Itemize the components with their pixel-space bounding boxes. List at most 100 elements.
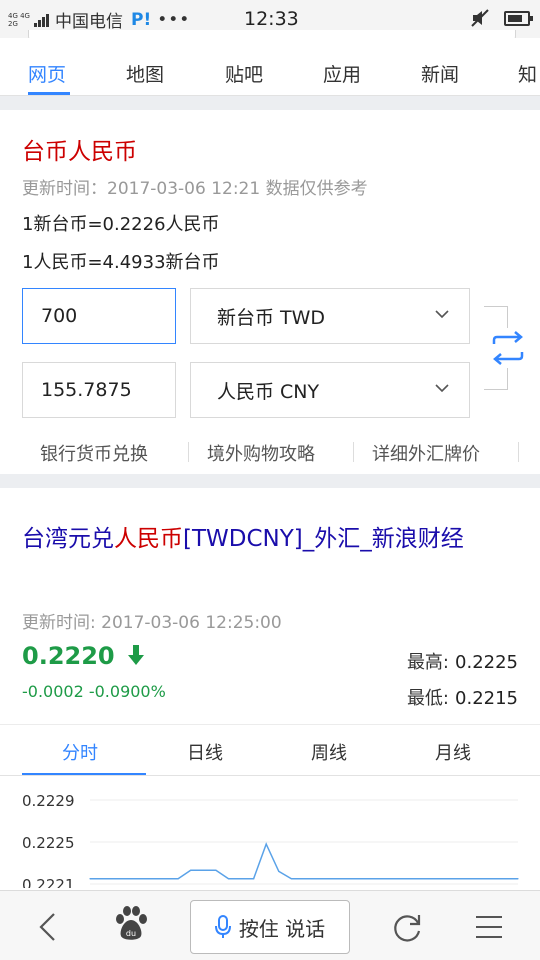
rate-twd-to-cny: 1新台币=0.2226人民币 [22, 214, 220, 235]
price-point [416, 878, 418, 880]
price-point [215, 869, 217, 871]
price-point [479, 878, 481, 880]
link-shopping-guide[interactable]: 境外购物攻略 [207, 440, 315, 466]
status-right [470, 8, 533, 28]
low-label: 最低: [406, 688, 450, 709]
price-point [114, 878, 116, 880]
price-point [227, 878, 230, 880]
price-point [492, 878, 494, 880]
amount-from-input[interactable]: 700 [22, 288, 176, 344]
baidu-paw-icon[interactable]: du [112, 905, 150, 943]
currency-from-label: 新台币 TWD [217, 306, 326, 329]
tab-map[interactable]: 地图 [126, 60, 164, 87]
headline-highlight: 人民币 [114, 526, 183, 552]
tab-news[interactable]: 新闻 [421, 60, 459, 87]
price-point [517, 878, 519, 880]
voice-button-label: 按住 说话 [238, 916, 326, 941]
price-point [441, 878, 444, 880]
converter-update-time: 更新时间：2017-03-06 12:21 数据仅供参考 [22, 179, 368, 199]
price-point [378, 878, 381, 880]
high-price: 最高: 0.2225 [407, 648, 518, 674]
more-notifications-icon: ••• [157, 9, 191, 30]
price-point [290, 878, 293, 880]
notification-flag-icon: P! [130, 9, 152, 30]
amount-to-input[interactable]: 155.7875 [22, 362, 176, 418]
tab-zhidao[interactable]: 知 [518, 60, 537, 87]
price-point [366, 878, 368, 880]
high-value: 0.2225 [455, 652, 518, 673]
mute-icon [471, 9, 489, 27]
svg-text:du: du [126, 929, 136, 938]
price-line [90, 842, 518, 880]
price-point [353, 878, 355, 880]
divider [353, 442, 354, 462]
price-point [467, 878, 469, 880]
divider [518, 442, 519, 462]
y-tick-label: 0.2221 [22, 876, 75, 888]
price-point [101, 878, 104, 880]
price-point [89, 878, 91, 880]
clock: 12:33 [244, 8, 299, 30]
page: 4G 4G 2G 中国电信 P! ••• 12:33 网页 地图 贴吧 应用 新… [0, 0, 540, 960]
tab-apps[interactable]: 应用 [323, 60, 361, 87]
swap-currency-icon[interactable] [490, 328, 526, 368]
currency-to-select[interactable]: 人民币 CNY [190, 362, 470, 418]
high-label: 最高: [406, 652, 450, 673]
price-point [139, 878, 141, 880]
price-point [202, 869, 204, 871]
price-point [253, 878, 255, 880]
current-price: 0.2220 [22, 642, 145, 670]
price-value: 0.2220 [22, 642, 115, 670]
y-tick-label: 0.2229 [22, 792, 75, 810]
tab-monthly[interactable]: 月线 [435, 739, 471, 765]
price-point [152, 878, 154, 880]
price-point [391, 878, 393, 880]
price-point [177, 878, 179, 880]
result-headline-link[interactable]: 台湾元兑人民币[TWDCNY]_外汇_新浪财经 [22, 520, 522, 558]
price-point [240, 878, 242, 880]
tab-tieba[interactable]: 贴吧 [225, 60, 263, 87]
low-price: 最低: 0.2215 [407, 684, 518, 710]
search-tabs: 网页 地图 贴吧 应用 新闻 知 [0, 38, 540, 96]
price-point [303, 878, 305, 880]
price-point [404, 878, 406, 880]
price-point [278, 870, 280, 872]
status-left: 4G 4G 2G 中国电信 P! ••• [8, 7, 191, 33]
menu-icon[interactable] [474, 913, 504, 941]
bottom-toolbar: du 按住 说话 [0, 890, 540, 960]
intraday-chart: 0.2229 0.2225 0.2221 [22, 792, 519, 888]
price-point [315, 878, 318, 880]
price-point [164, 878, 167, 880]
price-point [265, 843, 267, 845]
headline-part3: [TWDCNY]_外汇_新浪财经 [183, 526, 464, 552]
signal-icon [33, 13, 49, 27]
chevron-down-icon [435, 384, 449, 393]
chevron-down-icon [435, 310, 449, 319]
currency-converter-card: 台币人民币 更新时间：2017-03-06 12:21 数据仅供参考 1新台币=… [0, 110, 540, 474]
refresh-icon[interactable] [390, 911, 424, 945]
result-update-time: 更新时间: 2017-03-06 12:25:00 [22, 613, 282, 633]
price-point [341, 878, 343, 880]
divider [188, 442, 189, 462]
currency-to-label: 人民币 CNY [217, 380, 320, 403]
price-point [454, 878, 456, 880]
price-point [429, 878, 431, 880]
tab-intraday[interactable]: 分时 [62, 739, 98, 765]
tab-weekly[interactable]: 周线 [311, 739, 347, 765]
price-point [127, 878, 129, 880]
network-type-bottom: 2G [8, 19, 18, 28]
tab-daily[interactable]: 日线 [187, 739, 223, 765]
tab-web[interactable]: 网页 [28, 60, 66, 87]
headline-part1: 台湾元兑 [22, 526, 114, 552]
network-type: 4G 4G 2G [8, 12, 30, 28]
y-tick-label: 0.2225 [22, 834, 75, 852]
voice-input-button[interactable]: 按住 说话 [190, 900, 350, 954]
currency-from-select[interactable]: 新台币 TWD [190, 288, 470, 344]
converter-title[interactable]: 台币人民币 [22, 132, 137, 166]
link-bank-exchange[interactable]: 银行货币兑换 [40, 440, 148, 466]
active-chart-tab-indicator [22, 773, 146, 775]
link-forex-rates[interactable]: 详细外汇牌价 [372, 440, 480, 466]
price-point [504, 878, 507, 880]
price-change: -0.0002 -0.0900% [22, 682, 166, 701]
back-icon[interactable] [36, 911, 60, 943]
